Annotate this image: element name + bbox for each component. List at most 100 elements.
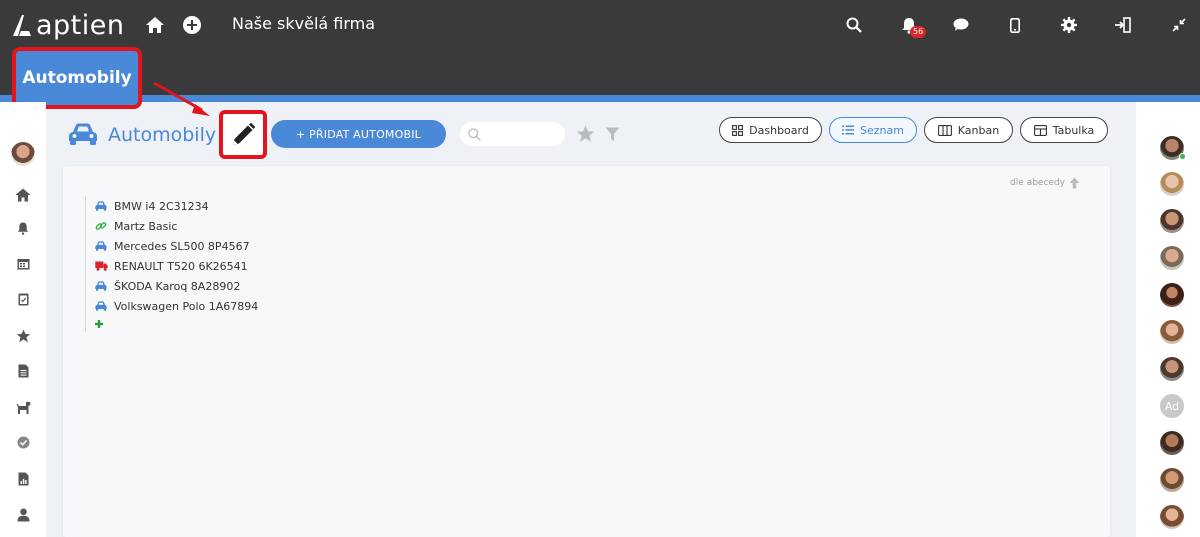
sidebar-item-pets[interactable] (14, 399, 32, 417)
pencil-icon (233, 122, 256, 145)
compress-button[interactable] (1166, 12, 1192, 38)
list-item[interactable]: Volkswagen Polo 1A67894 (94, 296, 258, 316)
avatar[interactable] (1160, 246, 1184, 270)
search-box (460, 122, 565, 146)
sidebar-item-notifications[interactable] (14, 219, 32, 237)
home-button[interactable] (142, 12, 168, 38)
check-circle-icon (17, 436, 29, 448)
company-name[interactable]: Naše skvělá firma (232, 14, 375, 33)
mobile-icon (1010, 17, 1020, 33)
list-item[interactable]: ŠKODA Karoq 8A28902 (94, 276, 258, 296)
person-icon (17, 508, 29, 522)
car-icon (94, 300, 108, 312)
sidebar-item-people[interactable] (14, 506, 32, 524)
logo[interactable]: aptien (10, 8, 125, 42)
notifications-button[interactable]: 56 (896, 12, 927, 38)
logout-button[interactable] (1110, 12, 1136, 38)
logout-icon (1115, 17, 1131, 33)
sidebar-item-reports[interactable] (14, 470, 32, 488)
bell-icon (17, 222, 29, 235)
gear-icon (1061, 17, 1077, 33)
car-icon (94, 240, 108, 252)
plus-circle-icon (183, 16, 201, 34)
search-icon (468, 127, 481, 141)
search-icon (846, 17, 862, 33)
view-list-button[interactable]: Seznam (829, 117, 917, 143)
view-dashboard-label: Dashboard (749, 123, 809, 137)
sidebar-item-calendar[interactable] (14, 254, 32, 272)
home-icon (15, 188, 31, 202)
quick-add-button[interactable] (179, 12, 205, 38)
home-icon (146, 17, 164, 33)
annotation-arrow-icon (153, 81, 210, 116)
view-dashboard-button[interactable]: Dashboard (719, 117, 822, 143)
list-item-label: Volkswagen Polo 1A67894 (114, 299, 259, 313)
avatar[interactable] (1160, 357, 1184, 381)
plus-icon (95, 320, 103, 328)
avatar[interactable] (1160, 209, 1184, 233)
clipboard-icon (18, 293, 28, 306)
settings-button[interactable] (1056, 12, 1082, 38)
arrow-up-icon (1069, 177, 1080, 189)
chat-button[interactable] (948, 12, 974, 38)
view-kanban-label: Kanban (957, 123, 1000, 137)
page-title: Automobily (108, 124, 217, 146)
document-icon (18, 364, 28, 378)
dog-icon (16, 402, 30, 414)
mobile-button[interactable] (1002, 12, 1028, 38)
edit-title-button[interactable] (219, 110, 267, 159)
table-icon (1033, 124, 1047, 136)
chat-icon (953, 18, 969, 31)
sidebar-item-home[interactable] (14, 186, 32, 204)
view-table-button[interactable]: Tabulka (1020, 117, 1108, 143)
sidebar-item-tasks[interactable] (14, 290, 32, 308)
avatar[interactable] (1160, 431, 1184, 455)
list-item-label: BMW i4 2C31234 (114, 199, 209, 213)
user-avatar[interactable] (11, 142, 35, 166)
sort-label: dle abecedy (1010, 178, 1065, 188)
search-button[interactable] (841, 12, 867, 38)
notification-badge: 56 (910, 26, 927, 38)
avatar[interactable] (1160, 172, 1184, 196)
sidebar-item-approvals[interactable] (14, 433, 32, 451)
online-status-dot (1179, 153, 1186, 160)
avatar[interactable] (1160, 283, 1184, 307)
list-item[interactable]: RENAULT T520 6K26541 (94, 256, 258, 276)
car-icon (69, 123, 97, 145)
car-icon (94, 280, 108, 292)
sidebar-item-documents[interactable] (14, 362, 32, 380)
sort-control[interactable]: dle abecedy (1010, 177, 1080, 189)
filter-icon[interactable] (605, 127, 620, 142)
view-table-label: Tabulka (1052, 123, 1095, 137)
car-icon (94, 200, 108, 212)
calendar-icon (17, 258, 29, 269)
avatar[interactable] (1160, 320, 1184, 344)
callout-label: Automobily (22, 68, 132, 88)
favorite-star-icon[interactable] (576, 125, 595, 143)
avatar[interactable] (1160, 136, 1186, 160)
sidebar-item-favorites[interactable] (14, 327, 32, 345)
list-item[interactable]: Martz Basic (94, 216, 258, 236)
add-car-button[interactable]: + PŘIDAT AUTOMOBIL (271, 120, 446, 148)
logo-text: aptien (36, 9, 125, 41)
search-input[interactable] (487, 127, 557, 141)
list-item-label: RENAULT T520 6K26541 (114, 259, 248, 273)
view-list-label: Seznam (860, 123, 904, 137)
list-item[interactable]: BMW i4 2C31234 (94, 196, 258, 216)
truck-icon (94, 260, 108, 272)
list-item-label: Mercedes SL500 8P4567 (114, 239, 250, 253)
view-kanban-button[interactable]: Kanban (924, 117, 1013, 143)
avatar[interactable] (1160, 505, 1184, 529)
avatar[interactable] (1160, 468, 1184, 492)
add-item-button[interactable] (94, 316, 258, 332)
list-item-label: Martz Basic (114, 219, 178, 233)
right-sidebar-users: Ad (1136, 102, 1200, 537)
list-item[interactable]: Mercedes SL500 8P4567 (94, 236, 258, 256)
avatar-initials[interactable]: Ad (1160, 394, 1184, 418)
vehicle-list: BMW i4 2C31234 Martz Basic Mercedes SL50… (85, 196, 258, 332)
list-panel: dle abecedy BMW i4 2C31234 Martz Basic M… (63, 166, 1110, 537)
aptien-logo-icon (13, 15, 31, 36)
link-icon (94, 220, 108, 232)
compress-icon (1172, 18, 1186, 32)
star-icon (16, 329, 30, 343)
